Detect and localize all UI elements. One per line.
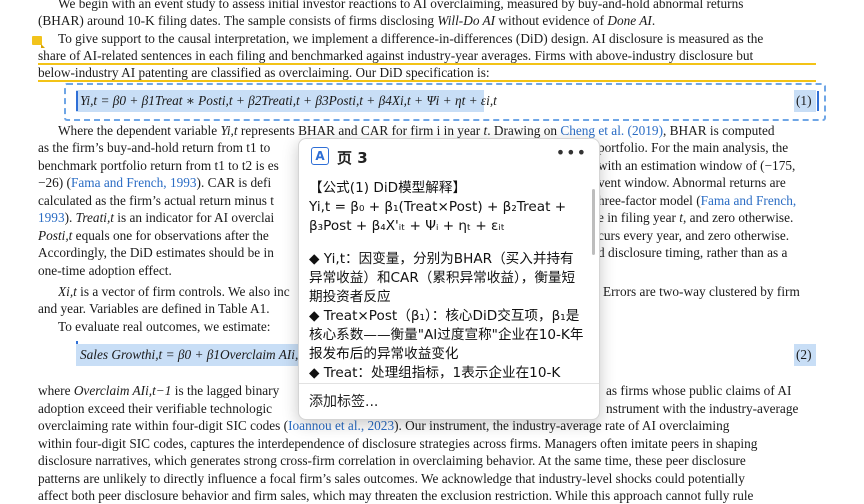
citation-link[interactable]: Fama and French, 1993: [71, 175, 197, 190]
annotation-bullet: ◆ Treat×Post（β₁）：核心DiD交互项，β₁是核心系数——衡量"AI…: [309, 308, 584, 362]
popup-scrollbar[interactable]: [592, 189, 595, 255]
citation-link[interactable]: 1993: [38, 210, 65, 225]
add-tag-button[interactable]: 添加标签...: [309, 391, 378, 411]
popup-content[interactable]: 【公式(1) DiD模型解释】 Yi,t = β₀ + β₁(Treat×Pos…: [309, 179, 585, 383]
equation-1[interactable]: Yi,t = β0 + β1Treat ∗ Posti,t + β2Treati…: [80, 93, 497, 109]
citation-link[interactable]: Cheng et al. (2019): [560, 123, 663, 138]
annotation-heading: 【公式(1) DiD模型解释】: [309, 180, 467, 196]
comment-note-icon[interactable]: [32, 36, 45, 48]
text-line: patterns are unlikely to directly influe…: [38, 471, 745, 486]
text-line: disclosure narratives, which generates s…: [38, 453, 746, 468]
more-options-button[interactable]: •••: [556, 143, 587, 162]
popup-header: A 页 3 •••: [299, 139, 599, 175]
annotation-formula: Yi,t = β₀ + β₁(Treat×Post) + β₂Treat + β…: [309, 199, 567, 234]
selection-handle[interactable]: [817, 91, 819, 111]
text-line: within four-digit SIC codes, captures th…: [38, 436, 758, 451]
text-line: share of AI-related sentences in each fi…: [38, 48, 754, 63]
annotation-bullet: ◆ Treat：处理组指标，1表示企业在10-K: [309, 365, 561, 381]
highlight-underline: [38, 80, 816, 82]
popup-divider: [299, 383, 599, 384]
text-line: We begin with an event study to assess i…: [58, 0, 744, 11]
citation-link[interactable]: Ioannou et al., 2023: [288, 418, 394, 433]
text-line: affect both peer disclosure behavior and…: [38, 488, 754, 503]
annotation-popup[interactable]: A 页 3 ••• 【公式(1) DiD模型解释】 Yi,t = β₀ + β₁…: [298, 138, 600, 420]
document-page: We begin with an event study to assess i…: [0, 0, 864, 504]
text-line: To give support to the causal interpreta…: [58, 31, 764, 46]
text-line: below-industry AI patenting are classifi…: [38, 65, 490, 80]
popup-title: 页 3: [337, 149, 368, 167]
equation-2[interactable]: Sales Growthi,t = β0 + β1Overclaim AIi,: [80, 347, 298, 363]
equation-1-number: (1): [796, 93, 812, 108]
equation-2-number: (2): [796, 347, 812, 362]
annotation-bullet: ◆ Yi,t：因变量，分别为BHAR（买入并持有异常收益）和CAR（累积异常收益…: [309, 251, 576, 305]
text-line: (BHAR) around 10-K filing dates. The sam…: [38, 13, 656, 28]
citation-link[interactable]: Fama and French,: [701, 193, 797, 208]
selection-handle[interactable]: [76, 91, 78, 111]
text-line: Where the dependent variable Yi,t repres…: [58, 123, 775, 138]
page-annotation-icon: A: [311, 147, 329, 165]
